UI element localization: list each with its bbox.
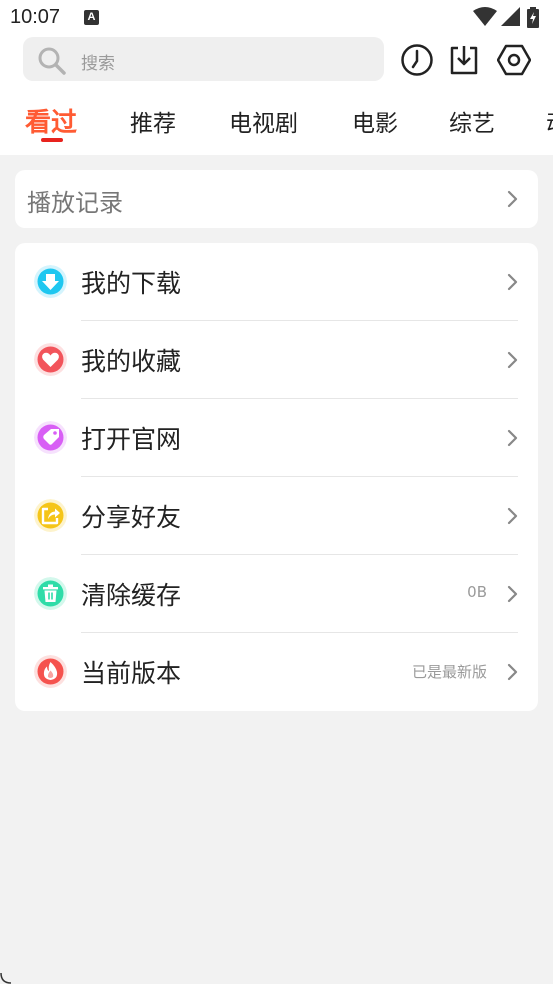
heart-icon <box>34 343 67 376</box>
tab-anime[interactable]: 动 <box>546 104 553 138</box>
wifi-icon <box>473 7 497 26</box>
menu-item-open-website[interactable]: 打开官网 <box>15 399 538 477</box>
search-icon <box>38 47 66 75</box>
chevron-right-icon <box>507 507 518 525</box>
flame-icon <box>34 655 67 688</box>
status-time: 10:07 <box>10 6 61 28</box>
menu-item-clear-cache[interactable]: 清除缓存 0B <box>15 555 538 633</box>
status-bar: 10:07 A <box>0 0 553 36</box>
search-input[interactable]: 搜索 <box>23 37 384 81</box>
cache-size-value: 0B <box>467 583 487 601</box>
menu-item-my-downloads[interactable]: 我的下载 <box>15 243 538 321</box>
system-icons <box>473 7 545 29</box>
share-icon <box>34 499 67 532</box>
chevron-right-icon <box>507 585 518 603</box>
trash-icon <box>34 577 67 610</box>
top-header: 10:07 A 搜索 看过 推荐 电视剧 电影 综艺 <box>0 0 553 155</box>
menu-label: 分享好友 <box>81 503 182 532</box>
tag-icon <box>34 421 67 454</box>
tab-watched[interactable]: 看过 <box>25 102 77 139</box>
tab-variety[interactable]: 综艺 <box>449 104 495 138</box>
chevron-right-icon <box>507 190 518 208</box>
play-history-row[interactable]: 播放记录 <box>15 170 538 228</box>
chevron-right-icon <box>507 351 518 369</box>
tab-recommended[interactable]: 推荐 <box>130 104 176 138</box>
active-tab-indicator <box>41 138 63 142</box>
menu-label: 打开官网 <box>81 425 182 454</box>
menu-item-current-version[interactable]: 当前版本 已是最新版 <box>15 633 538 711</box>
menu-label: 清除缓存 <box>81 581 182 610</box>
search-placeholder: 搜索 <box>81 54 115 74</box>
tab-tv-series[interactable]: 电视剧 <box>229 104 298 138</box>
settings-menu: 我的下载 我的收藏 打开官网 分享好友 清除缓存 0B 当前版本 已是最新版 <box>15 243 538 711</box>
history-clock-icon[interactable] <box>400 43 434 77</box>
chevron-right-icon <box>507 273 518 291</box>
menu-item-my-favorites[interactable]: 我的收藏 <box>15 321 538 399</box>
notification-a-icon: A <box>84 10 99 25</box>
menu-item-share-friends[interactable]: 分享好友 <box>15 477 538 555</box>
version-status-value: 已是最新版 <box>411 663 487 681</box>
menu-label: 我的收藏 <box>81 347 182 376</box>
chevron-right-icon <box>507 429 518 447</box>
signal-icon <box>501 7 520 26</box>
tab-movies[interactable]: 电影 <box>352 104 398 138</box>
chevron-right-icon <box>507 663 518 681</box>
menu-label: 当前版本 <box>81 659 182 688</box>
download-icon[interactable] <box>447 43 481 77</box>
category-tabs: 看过 推荐 电视剧 电影 综艺 动 <box>0 96 553 146</box>
battery-charging-icon <box>527 7 539 28</box>
download-circle-icon <box>34 265 67 298</box>
play-history-label: 播放记录 <box>27 189 123 217</box>
corner-mark <box>0 973 12 984</box>
settings-hexagon-icon[interactable] <box>497 43 531 77</box>
menu-label: 我的下载 <box>81 269 182 298</box>
